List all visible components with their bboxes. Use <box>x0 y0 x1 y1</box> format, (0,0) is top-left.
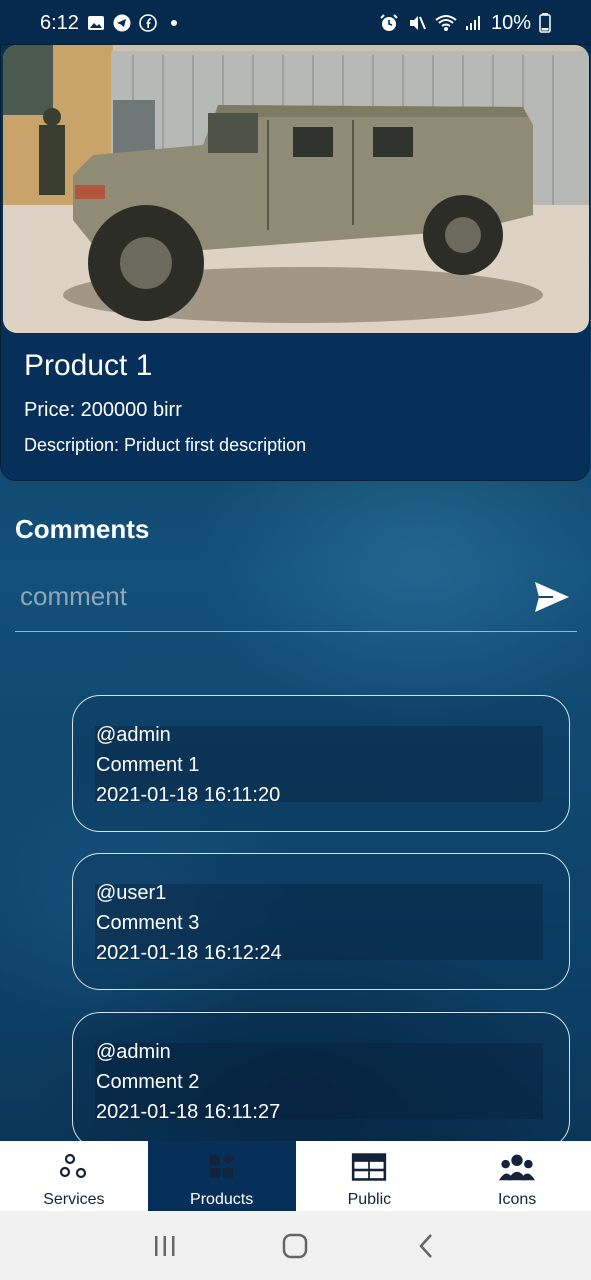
products-icon <box>204 1149 240 1185</box>
product-title: Product 1 <box>24 349 153 382</box>
table-icon <box>351 1149 387 1185</box>
comment-input[interactable] <box>20 576 510 616</box>
mute-icon <box>407 13 427 33</box>
comment-text: Comment 2 <box>96 1071 200 1093</box>
comment-card: @admin Comment 1 2021-01-18 16:11:20 <box>72 695 570 832</box>
nav-item-products[interactable]: Products <box>147 1141 296 1211</box>
home-button[interactable] <box>275 1226 315 1266</box>
recent-apps-icon <box>155 1235 175 1256</box>
system-nav-bar <box>0 1211 591 1280</box>
comment-user: @admin <box>96 1041 171 1063</box>
status-bar: 6:12 10% <box>0 0 591 46</box>
product-price: Price: 200000 birr <box>24 399 182 421</box>
comment-card: @admin Comment 2 2021-01-18 16:11:27 <box>72 1012 570 1149</box>
battery-percent: 10% <box>490 11 531 34</box>
facebook-icon <box>139 14 157 32</box>
send-button[interactable] <box>533 580 571 614</box>
back-icon <box>419 1233 432 1258</box>
comment-card: @user1 Comment 3 2021-01-18 16:12:24 <box>72 853 570 990</box>
signal-icon <box>465 15 483 31</box>
comment-input-field <box>15 568 577 632</box>
nav-label-services: Services <box>43 1191 105 1208</box>
nav-item-icons[interactable]: Icons <box>443 1141 591 1211</box>
status-time: 6:12 <box>40 11 79 34</box>
comments-heading: Comments <box>15 514 150 544</box>
status-right: 10% <box>379 12 551 35</box>
comment-time: 2021-01-18 16:11:20 <box>96 784 281 806</box>
nav-item-services[interactable]: Services <box>0 1141 148 1211</box>
product-card: Product 1 Price: 200000 birr Description… <box>0 44 590 481</box>
recent-apps-button[interactable] <box>145 1226 185 1266</box>
services-icon <box>56 1149 92 1185</box>
alarm-icon <box>379 13 399 33</box>
telegram-icon <box>113 14 131 32</box>
status-left: 6:12 <box>40 12 177 35</box>
nav-item-public[interactable]: Public <box>296 1141 444 1211</box>
comment-time: 2021-01-18 16:12:24 <box>96 942 282 964</box>
home-icon <box>283 1233 308 1258</box>
gallery-icon <box>87 15 105 31</box>
notification-dot <box>170 20 177 26</box>
nav-label-icons: Icons <box>498 1191 537 1208</box>
comment-time: 2021-01-18 16:11:27 <box>96 1101 281 1123</box>
comment-text: Comment 3 <box>96 912 200 934</box>
comment-user: @user1 <box>96 882 167 904</box>
send-icon <box>535 582 569 612</box>
nav-label-public: Public <box>347 1191 392 1208</box>
wifi-icon <box>435 14 457 32</box>
people-icon <box>499 1149 536 1185</box>
nav-label-products: Products <box>190 1191 254 1208</box>
battery-icon <box>539 13 551 33</box>
product-description: Description: Priduct first description <box>24 435 307 455</box>
back-button[interactable] <box>406 1226 446 1266</box>
comment-text: Comment 1 <box>96 754 200 776</box>
bottom-nav: Services Products Public Icons <box>0 1141 591 1211</box>
product-image <box>3 45 589 333</box>
comment-user: @admin <box>96 724 171 746</box>
